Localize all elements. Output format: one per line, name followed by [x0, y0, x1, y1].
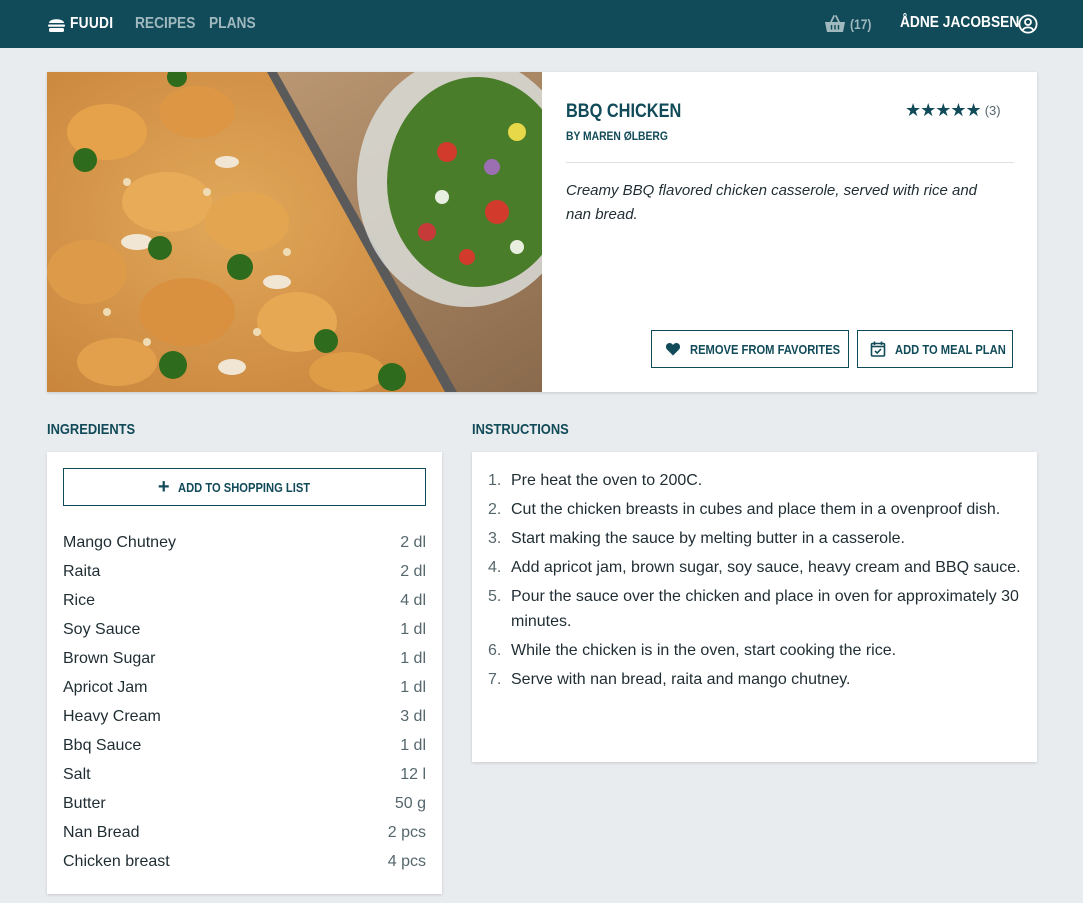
instructions-card: 1. Pre heat the oven to 200C. 2. Cut the c…: [472, 452, 1037, 762]
burger-icon: [48, 18, 65, 32]
instruction-step: 1. Pre heat the oven to 200C.: [488, 468, 1028, 493]
instruction-step: 3. Start making the sauce by melting butt…: [488, 526, 1028, 551]
ingredient-row: Brown Sugar 1 dl: [63, 644, 426, 673]
instruction-list: 1. Pre heat the oven to 200C. 2. Cut the c…: [488, 468, 1028, 696]
step-number: 7.: [488, 671, 502, 688]
basket-icon: [825, 15, 845, 32]
ingredient-list: Mango Chutney 2 dl Raita 2 dl Rice 4 dl Soy…: [63, 528, 426, 876]
recipe-card: BBQ CHICKEN BY MAREN ØLBERG ★★★★★ (3) Cr…: [47, 72, 1037, 392]
ingredient-amount: 4 dl: [400, 592, 426, 609]
ingredient-row: Mango Chutney 2 dl: [63, 528, 426, 557]
divider: [566, 162, 1014, 163]
step-text: Serve with nan bread, raita and mango ch…: [511, 671, 851, 688]
nav-plans-link[interactable]: PLANS: [209, 15, 256, 33]
ingredient-amount: 2 dl: [400, 534, 426, 551]
user-name: ÅDNE JACOBSEN: [900, 14, 1020, 31]
add-to-shopping-list-label: ADD TO SHOPPING LIST: [177, 479, 310, 495]
ingredients-card: + ADD TO SHOPPING LIST Mango Chutney 2 dl…: [47, 452, 442, 894]
instruction-step: 2. Cut the chicken breasts in cubes and p…: [488, 497, 1028, 522]
user-circle-icon: [1018, 14, 1038, 34]
ingredient-amount: 1 dl: [400, 650, 426, 667]
brand-name: FUUDI: [70, 15, 114, 32]
cart-count: (17): [850, 15, 872, 32]
ingredient-row: Bbq Sauce 1 dl: [63, 731, 426, 760]
rating-count: (3): [984, 103, 1001, 118]
remove-from-favorites-button[interactable]: REMOVE FROM FAVORITES: [651, 330, 849, 368]
ingredient-row: Apricot Jam 1 dl: [63, 673, 426, 702]
instruction-step: 4. Add apricot jam, brown sugar, soy sauc…: [488, 555, 1028, 580]
instruction-step: 5. Pour the sauce over the chicken and pl…: [488, 584, 1028, 634]
ingredient-amount: 1 dl: [400, 621, 426, 638]
instruction-step: 6. While the chicken is in the oven, star…: [488, 638, 1028, 663]
star-rating-icons: ★★★★★: [905, 100, 982, 120]
ingredient-amount: 12 l: [400, 766, 426, 783]
ingredients-heading: INGREDIENTS: [47, 421, 136, 438]
ingredient-row: Rice 4 dl: [63, 586, 426, 615]
ingredient-row: Nan Bread 2 pcs: [63, 818, 426, 847]
ingredient-name: Salt: [63, 766, 91, 783]
ingredient-amount: 2 pcs: [387, 824, 426, 841]
ingredient-amount: 3 dl: [400, 708, 426, 725]
add-to-meal-plan-button[interactable]: ADD TO MEAL PLAN: [857, 330, 1013, 368]
ingredient-row: Raita 2 dl: [63, 557, 426, 586]
add-to-meal-plan-label: ADD TO MEAL PLAN: [895, 341, 1006, 357]
step-text: Start making the sauce by melting butter…: [511, 530, 905, 547]
ingredient-name: Bbq Sauce: [63, 737, 142, 754]
ingredient-name: Butter: [63, 795, 106, 812]
ingredient-row: Butter 50 g: [63, 789, 426, 818]
ingredient-amount: 4 pcs: [387, 853, 426, 870]
heart-icon: [665, 343, 681, 356]
step-text: Cut the chicken breasts in cubes and pla…: [511, 501, 1001, 518]
remove-from-favorites-label: REMOVE FROM FAVORITES: [690, 341, 841, 357]
ingredient-amount: 1 dl: [400, 737, 426, 754]
step-text: Pre heat the oven to 200C.: [511, 472, 703, 489]
top-nav-bar: FUUDI RECIPES PLANS (17) ÅDNE JACOBSEN: [0, 0, 1083, 48]
ingredient-row: Salt 12 l: [63, 760, 426, 789]
add-to-shopping-list-button[interactable]: + ADD TO SHOPPING LIST: [63, 468, 426, 506]
ingredient-name: Heavy Cream: [63, 708, 161, 725]
ingredient-name: Nan Bread: [63, 824, 140, 841]
recipe-rating[interactable]: ★★★★★ (3): [905, 100, 1001, 121]
ingredient-name: Chicken breast: [63, 853, 170, 870]
step-text: Add apricot jam, brown sugar, soy sauce,…: [511, 559, 1021, 576]
user-menu[interactable]: ÅDNE JACOBSEN: [900, 14, 1039, 34]
ingredient-name: Brown Sugar: [63, 650, 156, 667]
step-number: 2.: [488, 501, 502, 518]
recipe-description: Creamy BBQ flavored chicken casserole, s…: [566, 182, 978, 223]
step-number: 6.: [488, 642, 502, 659]
ingredient-row: Soy Sauce 1 dl: [63, 615, 426, 644]
step-text: Pour the sauce over the chicken and plac…: [511, 588, 1019, 630]
ingredient-name: Apricot Jam: [63, 679, 148, 696]
ingredient-name: Rice: [63, 592, 96, 609]
instructions-heading: INSTRUCTIONS: [472, 421, 569, 438]
step-number: 3.: [488, 530, 502, 547]
brand-logo-link[interactable]: FUUDI: [47, 13, 120, 35]
plus-icon: +: [157, 476, 170, 498]
step-number: 1.: [488, 472, 502, 489]
ingredient-amount: 1 dl: [400, 679, 426, 696]
nav-recipes-link[interactable]: RECIPES: [135, 15, 195, 33]
ingredient-amount: 2 dl: [400, 563, 426, 580]
recipe-photo: [47, 72, 542, 392]
shopping-cart-button[interactable]: (17): [824, 14, 875, 33]
ingredient-row: Chicken breast 4 pcs: [63, 847, 426, 876]
ingredient-name: Soy Sauce: [63, 621, 141, 638]
step-number: 4.: [488, 559, 502, 576]
recipe-title: BBQ CHICKEN: [566, 101, 682, 122]
ingredient-amount: 50 g: [394, 795, 426, 812]
ingredient-row: Heavy Cream 3 dl: [63, 702, 426, 731]
calendar-check-icon: [870, 341, 886, 357]
step-text: While the chicken is in the oven, start …: [511, 642, 897, 659]
ingredient-name: Mango Chutney: [63, 534, 176, 551]
instruction-step: 7. Serve with nan bread, raita and mango …: [488, 667, 1028, 692]
recipe-author: BY MAREN ØLBERG: [566, 129, 668, 143]
step-number: 5.: [488, 588, 502, 605]
ingredient-name: Raita: [63, 563, 101, 580]
